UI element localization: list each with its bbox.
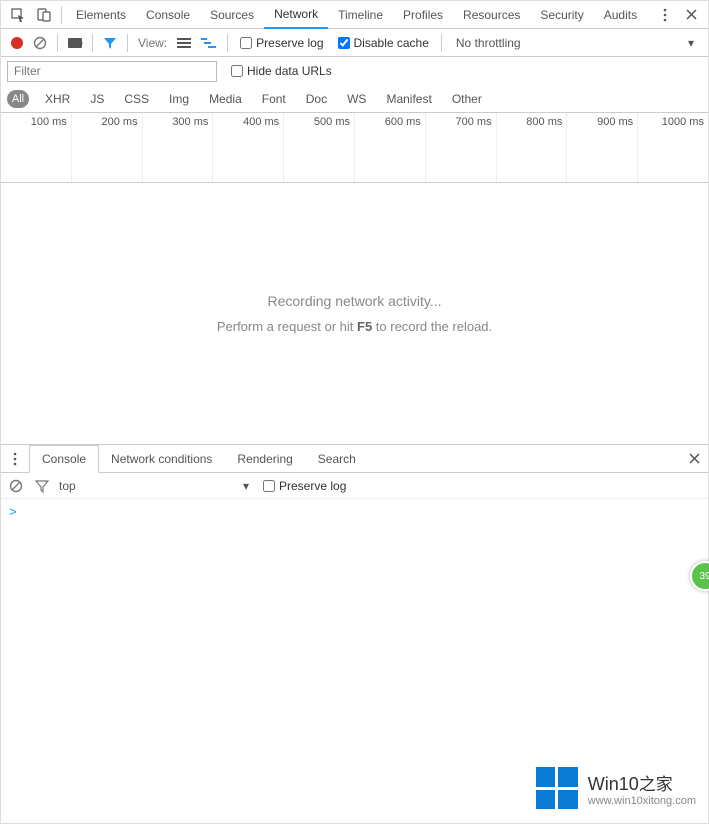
close-devtools-icon[interactable] (678, 3, 704, 27)
funnel-icon (103, 36, 117, 50)
preserve-log-label: Preserve log (256, 36, 323, 50)
type-manifest[interactable]: Manifest (382, 90, 435, 108)
console-filter-button[interactable] (33, 477, 51, 495)
tab-timeline[interactable]: Timeline (328, 2, 393, 28)
separator (441, 34, 442, 52)
view-label: View: (134, 36, 171, 50)
tick-label: 500 ms (314, 116, 350, 128)
separator (57, 34, 58, 52)
tick-label: 200 ms (102, 116, 138, 128)
console-preserve-log-input[interactable] (263, 480, 275, 492)
clear-icon (33, 36, 47, 50)
disable-cache-label: Disable cache (354, 36, 429, 50)
view-waterfall-button[interactable] (197, 32, 221, 54)
console-preserve-log-label: Preserve log (279, 479, 346, 493)
tab-security[interactable]: Security (530, 2, 593, 28)
type-doc[interactable]: Doc (302, 90, 331, 108)
watermark-title: Win10之家 (588, 770, 696, 795)
type-other[interactable]: Other (448, 90, 486, 108)
windows-logo-icon (536, 767, 578, 809)
separator (127, 34, 128, 52)
tick-label: 1000 ms (662, 116, 704, 128)
drawer-tab-network-conditions[interactable]: Network conditions (99, 446, 225, 472)
drawer-tab-search[interactable]: Search (306, 446, 369, 472)
drawer-close-icon[interactable] (680, 453, 708, 464)
filter-toggle-button[interactable] (99, 32, 121, 54)
watermark-url: www.win10xitong.com (588, 795, 696, 807)
tab-elements[interactable]: Elements (66, 2, 136, 28)
tab-network[interactable]: Network (264, 1, 328, 29)
tab-console[interactable]: Console (136, 2, 200, 28)
throttling-value: No throttling (456, 36, 521, 50)
tab-sources[interactable]: Sources (200, 2, 264, 28)
caret-down-icon: ▾ (688, 36, 694, 50)
separator (92, 34, 93, 52)
preserve-log-checkbox[interactable]: Preserve log (234, 36, 329, 50)
empty-state-pre: Perform a request or hit (217, 319, 357, 334)
type-xhr[interactable]: XHR (41, 90, 74, 108)
disable-cache-checkbox[interactable]: Disable cache (332, 36, 435, 50)
tick-label: 700 ms (456, 116, 492, 128)
watermark: Win10之家 www.win10xitong.com (536, 767, 696, 809)
tab-audits[interactable]: Audits (594, 2, 647, 28)
hide-data-urls-label: Hide data URLs (247, 64, 332, 78)
capture-screenshot-button[interactable] (64, 32, 86, 54)
hide-data-urls-checkbox[interactable]: Hide data URLs (225, 64, 338, 78)
camera-icon (68, 38, 82, 48)
record-button[interactable] (7, 32, 27, 54)
caret-down-icon: ▾ (243, 479, 249, 493)
type-css[interactable]: CSS (120, 90, 153, 108)
device-toggle-icon[interactable] (31, 3, 57, 27)
drawer-kebab-icon[interactable] (1, 452, 29, 466)
console-context-value: top (59, 479, 76, 493)
funnel-icon (35, 479, 49, 493)
timeline-overview[interactable]: 100 ms 200 ms 300 ms 400 ms 500 ms 600 m… (1, 113, 708, 183)
clear-button[interactable] (29, 32, 51, 54)
drawer-tab-console[interactable]: Console (29, 445, 99, 473)
drawer-tab-rendering[interactable]: Rendering (225, 446, 305, 472)
console-context-select[interactable]: top ▾ (59, 479, 249, 493)
panel-tabs: Elements Console Sources Network Timelin… (66, 1, 652, 29)
kebab-menu-icon[interactable] (652, 3, 678, 27)
type-js[interactable]: JS (86, 90, 108, 108)
tick-label: 900 ms (597, 116, 633, 128)
tick-label: 100 ms (31, 116, 67, 128)
empty-state-key: F5 (357, 319, 372, 334)
record-icon (11, 37, 23, 49)
network-empty-state: Recording network activity... Perform a … (1, 183, 708, 445)
type-ws[interactable]: WS (343, 90, 370, 108)
waterfall-icon (201, 37, 217, 49)
empty-state-line1: Recording network activity... (267, 293, 441, 309)
type-all[interactable]: All (7, 90, 29, 108)
type-img[interactable]: Img (165, 90, 193, 108)
view-large-icons-button[interactable] (173, 32, 195, 54)
tick-label: 400 ms (243, 116, 279, 128)
throttling-select[interactable]: No throttling ▾ (448, 36, 702, 50)
filter-input[interactable] (7, 61, 217, 82)
request-type-filter: All XHR JS CSS Img Media Font Doc WS Man… (1, 85, 708, 113)
tick-label: 800 ms (526, 116, 562, 128)
tab-resources[interactable]: Resources (453, 2, 530, 28)
separator (227, 34, 228, 52)
inspect-element-icon[interactable] (5, 3, 31, 27)
type-media[interactable]: Media (205, 90, 246, 108)
empty-state-line2: Perform a request or hit F5 to record th… (217, 319, 492, 334)
hide-data-urls-input[interactable] (231, 65, 243, 77)
disable-cache-input[interactable] (338, 37, 350, 49)
console-preserve-log-checkbox[interactable]: Preserve log (257, 479, 352, 493)
separator (61, 6, 62, 24)
console-clear-button[interactable] (7, 477, 25, 495)
console-prompt: > (9, 505, 17, 520)
type-font[interactable]: Font (258, 90, 290, 108)
preserve-log-input[interactable] (240, 37, 252, 49)
list-icon (177, 37, 191, 49)
notification-badge[interactable]: 39 (690, 561, 709, 591)
empty-state-post: to record the reload. (372, 319, 492, 334)
clear-icon (9, 479, 23, 493)
console-body[interactable]: > (1, 499, 708, 526)
tick-label: 600 ms (385, 116, 421, 128)
tab-profiles[interactable]: Profiles (393, 2, 453, 28)
tick-label: 300 ms (172, 116, 208, 128)
